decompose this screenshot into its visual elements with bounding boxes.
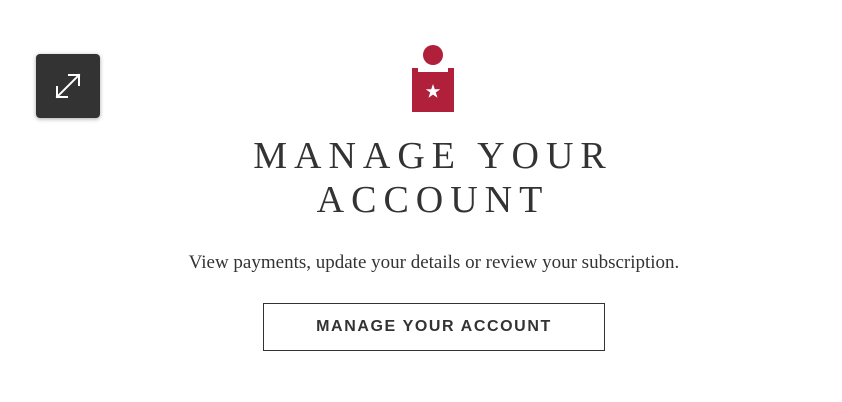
- account-person-star-icon: [410, 44, 460, 114]
- manage-account-button[interactable]: MANAGE YOUR ACCOUNT: [263, 303, 605, 351]
- expand-button[interactable]: [36, 54, 100, 118]
- description-text: View payments, update your details or re…: [188, 252, 680, 273]
- manage-account-button-label: MANAGE YOUR ACCOUNT: [316, 318, 552, 335]
- page-title: MANAGE YOUR ACCOUNT: [253, 135, 613, 221]
- expand-arrows-icon: [53, 71, 83, 101]
